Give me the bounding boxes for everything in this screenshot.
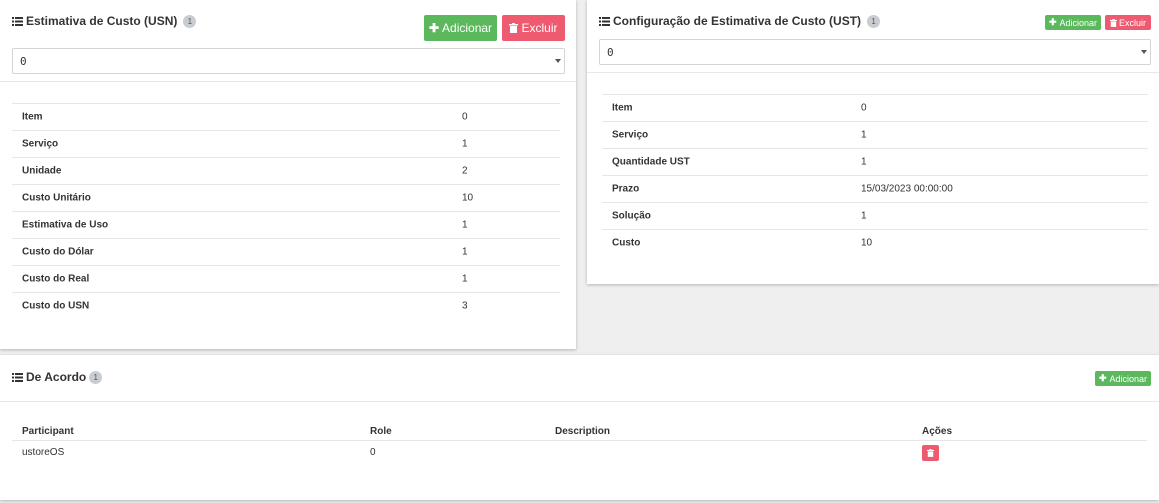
ust-detail-label: Item [612, 102, 633, 114]
ust-detail-label: Quantidade UST [612, 156, 690, 168]
ust-panel-title: Configuração de Estimativa de Custo (UST… [599, 14, 881, 28]
usn-detail-label: Custo do USN [22, 300, 90, 312]
usn-detail-row: Unidade 2 [12, 157, 560, 184]
ust-count-badge: 1 [867, 14, 881, 28]
ust-detail-value: 1 [861, 156, 867, 168]
acordo-divider [0, 401, 1159, 402]
ust-detail-row: Solução 1 [602, 202, 1148, 229]
usn-detail-row: Custo do Real 1 [12, 265, 560, 292]
column-actions: Ações [922, 426, 953, 437]
ust-item-select[interactable]: 0 [599, 39, 1151, 65]
usn-add-label: Adicionar [442, 21, 493, 35]
ust-detail-row: Quantidade UST 1 [602, 148, 1148, 175]
usn-detail-value: 10 [462, 192, 474, 204]
usn-delete-button[interactable]: Excluir [502, 15, 565, 41]
usn-select-value: 0 [20, 54, 27, 68]
ust-detail-label: Solução [612, 210, 651, 222]
ust-detail-label: Custo [612, 237, 641, 249]
ust-detail-row: Serviço 1 [602, 121, 1148, 148]
trash-icon [509, 23, 519, 33]
usn-detail-value: 2 [462, 165, 468, 177]
usn-detail-list: Item 0 Serviço 1 Unidade 2 Custo Unitário 10 Est… [12, 103, 560, 319]
usn-detail-row: Item 0 [12, 103, 560, 130]
chevron-down-icon [1141, 50, 1147, 54]
table-header: Participant Role Description Ações [12, 410, 1147, 441]
chevron-down-icon [555, 59, 561, 63]
column-role: Role [370, 426, 392, 437]
usn-title-text: Estimativa de Custo (USN) [26, 14, 178, 28]
ust-detail-label: Serviço [612, 129, 649, 141]
ust-add-label: Adicionar [1059, 17, 1098, 28]
ust-select-value: 0 [607, 45, 614, 59]
usn-detail-row: Serviço 1 [12, 130, 560, 157]
ust-delete-button[interactable]: Excluir [1105, 15, 1151, 30]
usn-detail-value: 1 [462, 219, 468, 231]
usn-detail-row: Custo do USN 3 [12, 292, 560, 319]
ust-add-button[interactable]: ✚ Adicionar [1045, 15, 1101, 30]
ust-detail-value: 1 [861, 129, 867, 141]
acordo-add-label: Adicionar [1109, 373, 1148, 384]
ust-detail-value: 10 [861, 237, 873, 249]
ust-detail-row: Item 0 [602, 94, 1148, 121]
usn-add-button[interactable]: ✚ Adicionar [424, 15, 497, 41]
usn-detail-value: 3 [462, 300, 468, 312]
ust-detail-row: Custo 10 [602, 229, 1148, 256]
list-icon [599, 16, 610, 26]
usn-divider [0, 81, 576, 82]
usn-detail-label: Serviço [22, 138, 59, 150]
acordo-panel-title: De Acordo 1 [12, 370, 103, 384]
ust-panel: Configuração de Estimativa de Custo (UST… [587, 0, 1159, 284]
list-icon [12, 372, 23, 382]
list-icon [12, 16, 23, 26]
usn-detail-label: Unidade [22, 165, 62, 177]
usn-detail-value: 1 [462, 138, 468, 150]
ust-detail-list: Item 0 Serviço 1 Quantidade UST 1 Prazo 15/03/2… [602, 94, 1148, 256]
ust-delete-label: Excluir [1118, 17, 1146, 28]
usn-detail-row: Custo Unitário 10 [12, 184, 560, 211]
plus-icon: ✚ [1048, 17, 1057, 27]
ust-divider [587, 72, 1159, 73]
ust-title-text: Configuração de Estimativa de Custo (UST… [613, 14, 862, 28]
usn-detail-value: 1 [462, 273, 468, 285]
ust-detail-value: 0 [861, 102, 867, 114]
ust-detail-value: 15/03/2023 00:00:00 [861, 183, 953, 195]
usn-detail-label: Custo do Real [22, 273, 90, 285]
row-delete-button[interactable] [922, 445, 939, 461]
ust-detail-value: 1 [861, 210, 867, 222]
usn-detail-label: Item [22, 111, 43, 123]
plus-icon: ✚ [1098, 373, 1107, 383]
trash-icon [1109, 18, 1117, 27]
acordo-add-button[interactable]: ✚ Adicionar [1095, 371, 1151, 386]
usn-detail-label: Custo do Dólar [22, 246, 94, 258]
usn-detail-label: Estimativa de Uso [22, 219, 109, 231]
plus-icon: ✚ [428, 21, 440, 35]
acordo-count-badge: 1 [89, 370, 103, 384]
ust-detail-label: Prazo [612, 183, 640, 195]
ust-detail-row: Prazo 15/03/2023 00:00:00 [602, 175, 1148, 202]
usn-delete-label: Excluir [521, 21, 558, 35]
cell-participant: ustoreOS [22, 447, 65, 458]
acordo-title-text: De Acordo [26, 370, 87, 384]
usn-panel-title: Estimativa de Custo (USN) 1 [12, 14, 197, 28]
column-participant: Participant [22, 426, 74, 437]
trash-icon [927, 449, 934, 457]
column-description: Description [555, 426, 611, 437]
cell-role: 0 [370, 447, 376, 458]
usn-panel: Estimativa de Custo (USN) 1 ✚ Adicionar … [0, 0, 576, 349]
usn-detail-row: Custo do Dólar 1 [12, 238, 560, 265]
usn-count-badge: 1 [183, 14, 197, 28]
usn-item-select[interactable]: 0 [12, 48, 565, 74]
usn-detail-value: 0 [462, 111, 468, 123]
usn-detail-row: Estimativa de Uso 1 [12, 211, 560, 238]
acordo-panel: De Acordo 1 ✚ Adicionar Participant Role… [0, 355, 1159, 500]
usn-detail-value: 1 [462, 246, 468, 258]
table-row: ustoreOS 0 [12, 441, 1147, 469]
usn-detail-label: Custo Unitário [22, 192, 91, 204]
